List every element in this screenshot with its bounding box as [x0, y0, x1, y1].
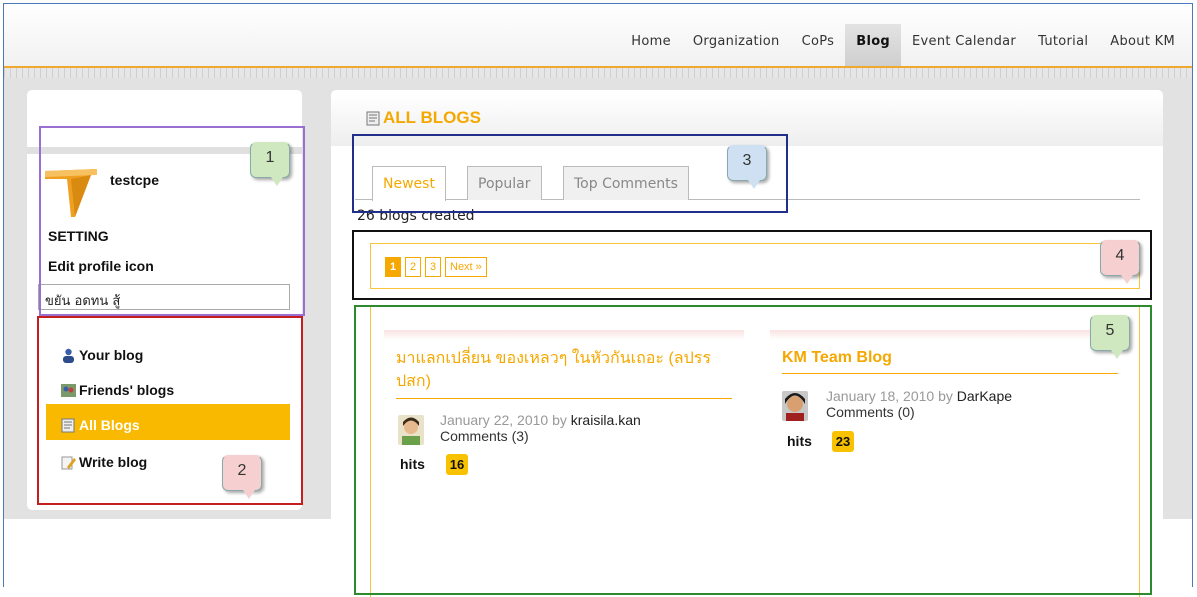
nav-about-km[interactable]: About KM: [1099, 24, 1186, 66]
annotation-bubble-4: 4: [1100, 240, 1140, 284]
main-nav: Home Organization CoPs Blog Event Calend…: [620, 24, 1186, 66]
annotation-bubble-1: 1: [250, 142, 290, 186]
nav-cops[interactable]: CoPs: [791, 24, 846, 66]
annotation-box-3: [352, 134, 788, 213]
annotation-bubble-3: 3: [727, 145, 767, 189]
nav-tutorial[interactable]: Tutorial: [1027, 24, 1099, 66]
annotation-bubble-5: 5: [1090, 315, 1130, 359]
nav-home[interactable]: Home: [620, 24, 682, 66]
nav-blog[interactable]: Blog: [845, 24, 902, 66]
blog-page-icon: [366, 111, 380, 125]
annotation-box-2: [37, 316, 303, 505]
annotation-box-4: [352, 230, 1152, 300]
nav-event-calendar[interactable]: Event Calendar: [901, 24, 1027, 66]
top-navigation-bar: Home Organization CoPs Blog Event Calend…: [4, 4, 1192, 68]
nav-organization[interactable]: Organization: [682, 24, 791, 66]
annotation-bubble-2: 2: [222, 455, 262, 499]
page-title: ALL BLOGS: [366, 108, 481, 128]
annotation-box-5: [354, 305, 1152, 595]
page-title-text: ALL BLOGS: [383, 108, 481, 127]
header-stripe: [4, 68, 1192, 78]
